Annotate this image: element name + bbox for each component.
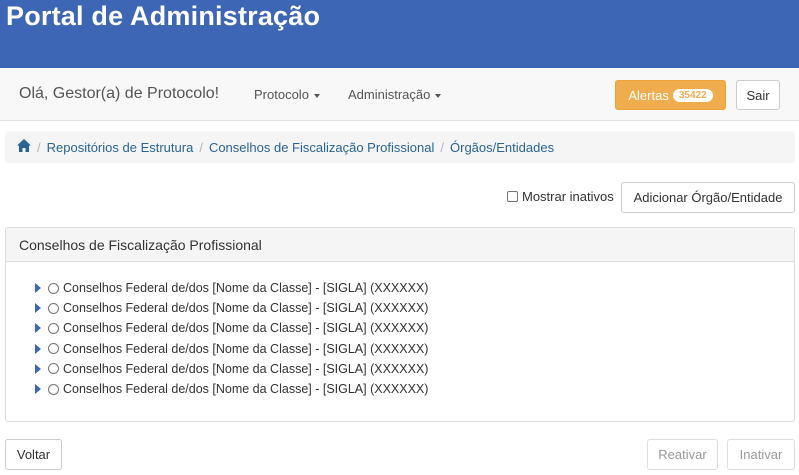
tree-item-label[interactable]: Conselhos Federal de/dos [Nome da Classe… (63, 382, 428, 396)
home-icon (17, 139, 31, 152)
alerts-count-badge: 35422 (672, 88, 713, 102)
tree-item: Conselhos Federal de/dos [Nome da Classe… (35, 379, 428, 399)
portal-title: Portal de Administração (6, 1, 321, 31)
tree-item-label[interactable]: Conselhos Federal de/dos [Nome da Classe… (63, 321, 428, 335)
breadcrumb-conselhos[interactable]: Conselhos de Fiscalização Profissional (209, 140, 434, 155)
tree-item: Conselhos Federal de/dos [Nome da Classe… (35, 298, 428, 318)
breadcrumb-orgaos[interactable]: Órgãos/Entidades (450, 140, 554, 155)
caret-down-icon (435, 93, 442, 98)
expand-arrow-icon[interactable] (35, 343, 41, 354)
select-radio[interactable] (48, 363, 59, 375)
header-banner: Portal de Administração (0, 0, 799, 68)
breadcrumb-home[interactable] (17, 139, 31, 155)
show-inactive-checkbox[interactable] (507, 191, 518, 202)
back-button[interactable]: Voltar (5, 439, 62, 470)
select-radio[interactable] (48, 282, 59, 294)
exit-button[interactable]: Sair (736, 80, 780, 110)
breadcrumb-separator: / (440, 139, 445, 155)
alerts-label: Alertas (628, 87, 669, 103)
breadcrumb-repositorios[interactable]: Repositórios de Estrutura (47, 140, 194, 155)
administracao-menu-label: Administração (348, 87, 431, 102)
panel-title: Conselhos de Fiscalização Profissional (6, 228, 794, 262)
tree-item-label[interactable]: Conselhos Federal de/dos [Nome da Classe… (63, 281, 428, 295)
expand-arrow-icon[interactable] (35, 323, 41, 334)
reactivate-button[interactable]: Reativar (647, 439, 718, 470)
alerts-button[interactable]: Alertas 35422 (615, 80, 726, 110)
breadcrumb-separator: / (37, 139, 41, 155)
expand-arrow-icon[interactable] (35, 384, 41, 395)
breadcrumb: / Repositórios de Estrutura / Conselhos … (5, 131, 795, 163)
show-inactive-toggle[interactable]: Mostrar inativos (507, 189, 614, 204)
tree-item-label[interactable]: Conselhos Federal de/dos [Nome da Classe… (63, 362, 428, 376)
breadcrumb-separator: / (199, 139, 203, 155)
caret-down-icon (313, 93, 320, 98)
administracao-menu[interactable]: Administração (348, 87, 442, 102)
tree-item-label[interactable]: Conselhos Federal de/dos [Nome da Classe… (63, 342, 428, 356)
council-tree: Conselhos Federal de/dos [Nome da Classe… (35, 278, 428, 399)
expand-arrow-icon[interactable] (35, 303, 41, 314)
select-radio[interactable] (48, 383, 59, 395)
add-entity-button[interactable]: Adicionar Órgão/Entidade (621, 182, 795, 213)
expand-arrow-icon[interactable] (35, 363, 41, 374)
select-radio[interactable] (48, 302, 59, 314)
tree-item: Conselhos Federal de/dos [Nome da Classe… (35, 318, 428, 338)
show-inactive-label: Mostrar inativos (522, 189, 614, 204)
councils-panel: Conselhos de Fiscalização Profissional C… (5, 227, 795, 422)
tree-item-label[interactable]: Conselhos Federal de/dos [Nome da Classe… (63, 301, 428, 315)
navbar: Olá, Gestor(a) de Protocolo! Protocolo A… (0, 68, 799, 121)
select-radio[interactable] (48, 322, 59, 334)
inactivate-button[interactable]: Inativar (727, 439, 795, 470)
expand-arrow-icon[interactable] (35, 283, 41, 294)
select-radio[interactable] (48, 343, 59, 355)
tree-item: Conselhos Federal de/dos [Nome da Classe… (35, 339, 428, 359)
tree-item: Conselhos Federal de/dos [Nome da Classe… (35, 359, 428, 379)
protocolo-menu-label: Protocolo (254, 87, 309, 102)
user-greeting: Olá, Gestor(a) de Protocolo! (19, 85, 220, 102)
tree-item: Conselhos Federal de/dos [Nome da Classe… (35, 278, 428, 298)
protocolo-menu[interactable]: Protocolo (254, 87, 320, 102)
